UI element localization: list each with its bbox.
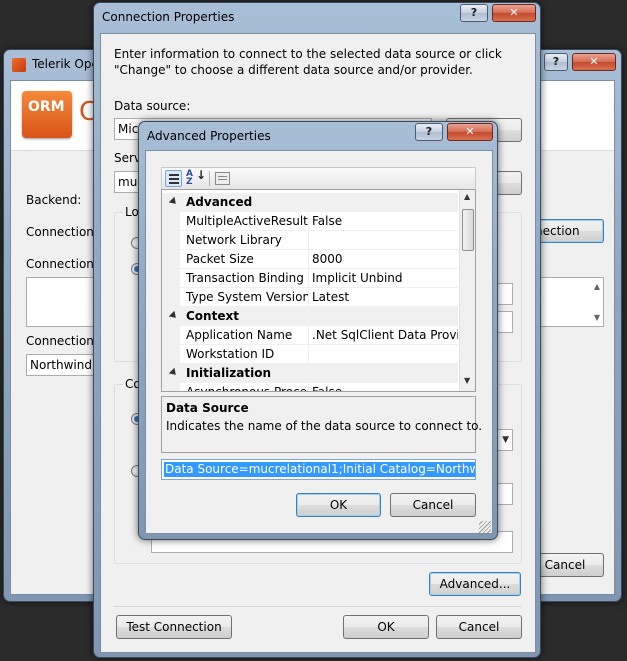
categorized-icon[interactable] [165,170,182,187]
description-text: Indicates the name of the data source to… [166,419,483,433]
cp-advanced-button[interactable]: Advanced... [429,572,521,596]
grid-category-row[interactable]: Initialization [162,364,458,383]
connection-properties-title: Connection Properties [102,10,235,24]
toolbar-separator [209,171,210,186]
ap-close-button[interactable]: ✕ [447,123,493,141]
telerik-window-title: Telerik Ope [32,57,99,71]
orm-logo-text: ORM [28,99,65,115]
grid-property-row[interactable]: Asynchronous Processi False [162,383,458,391]
grid-category-row[interactable]: Advanced [162,193,458,212]
alphabetical-sort-icon[interactable]: A Z ↓ [186,169,206,187]
connection-string-text: Data Source=mucrelational1;Initial Catal… [164,462,475,477]
collapse-icon[interactable] [168,196,179,207]
property-value[interactable] [312,345,458,363]
cp-close-button[interactable]: ✕ [492,4,536,22]
category-name: Advanced [186,195,253,209]
grid-property-row[interactable]: Type System Version Latest [162,288,458,307]
grid-rows: Advanced MultipleActiveResultSe False Ne… [162,193,458,391]
advanced-properties-window: Advanced Properties ? ✕ A Z ↓ Advanced M… [138,121,498,540]
telerik-app-icon [12,58,26,72]
advanced-properties-title: Advanced Properties [147,129,271,143]
grid-property-row[interactable]: Transaction Binding Implicit Unbind [162,269,458,288]
property-value[interactable]: .Net SqlClient Data Provider [312,326,458,344]
property-grid[interactable]: Advanced MultipleActiveResultSe False Ne… [161,189,476,392]
telerik-help-button[interactable]: ? [544,53,568,71]
ap-cancel-button[interactable]: Cancel [390,493,476,517]
property-value[interactable]: 8000 [312,250,458,268]
description-title: Data Source [166,401,249,415]
cp-ok-button[interactable]: OK [343,615,429,639]
chevron-down-icon[interactable]: ▼ [502,430,509,450]
property-name: Asynchronous Processi [186,383,309,391]
orm-logo: ORM [22,91,72,138]
ap-client-area: AZ↓ Advanced MultipleActiveResultSe Fals… [145,150,493,534]
property-name: Packet Size [186,250,309,268]
collapse-icon[interactable] [168,310,179,321]
property-pages-icon[interactable] [215,172,230,185]
collapse-icon[interactable] [168,367,179,378]
grid-property-row[interactable]: Packet Size 8000 [162,250,458,269]
connection-string-field[interactable]: Data Source=mucrelational1;Initial Catal… [161,459,476,480]
backend-label: Backend: [26,193,82,207]
telerik-close-button[interactable]: ✕ [572,53,616,71]
resize-grip-icon[interactable] [479,521,491,533]
ap-ok-button[interactable]: OK [296,493,381,517]
data-source-label: Data source: [114,99,191,113]
grid-property-row[interactable]: Application Name .Net SqlClient Data Pro… [162,326,458,345]
ap-toolbar: A Z ↓ [161,167,476,189]
property-value[interactable]: Implicit Unbind [312,269,458,287]
scroll-up-icon[interactable]: ▲ [464,192,470,201]
category-name: Initialization [186,366,272,380]
property-value[interactable]: Latest [312,288,458,306]
grid-property-row[interactable]: Network Library [162,231,458,250]
grid-scrollbar[interactable]: ▲ ▼ [459,190,475,391]
scroll-down-icon[interactable]: ▼ [594,313,600,322]
property-value[interactable]: False [312,212,458,230]
connection-label: Connection: [26,225,98,239]
cp-cancel-button[interactable]: Cancel [436,615,522,639]
grid-property-row[interactable]: Workstation ID [162,345,458,364]
scroll-up-icon[interactable]: ▲ [594,282,600,291]
scroll-thumb[interactable] [462,209,474,251]
property-value[interactable] [312,231,458,249]
test-connection-button[interactable]: Test Connection [116,615,232,639]
grid-property-row[interactable]: MultipleActiveResultSe False [162,212,458,231]
description-pane: Data Source Indicates the name of the da… [161,396,482,453]
cp-instructions: Enter information to connect to the sele… [114,47,502,77]
category-name: Context [186,309,239,323]
property-name: Network Library [186,231,309,249]
property-name: Transaction Binding [186,269,309,287]
scroll-down-icon[interactable]: ▼ [464,376,470,385]
property-name: Type System Version [186,288,309,306]
grid-category-row[interactable]: Context [162,307,458,326]
property-name: MultipleActiveResultSe [186,212,309,230]
property-name: Application Name [186,326,309,344]
property-name: Workstation ID [186,345,309,363]
cp-separator [114,606,522,607]
cp-help-button[interactable]: ? [460,4,488,22]
ap-help-button[interactable]: ? [415,123,443,141]
property-value[interactable]: False [312,383,458,391]
